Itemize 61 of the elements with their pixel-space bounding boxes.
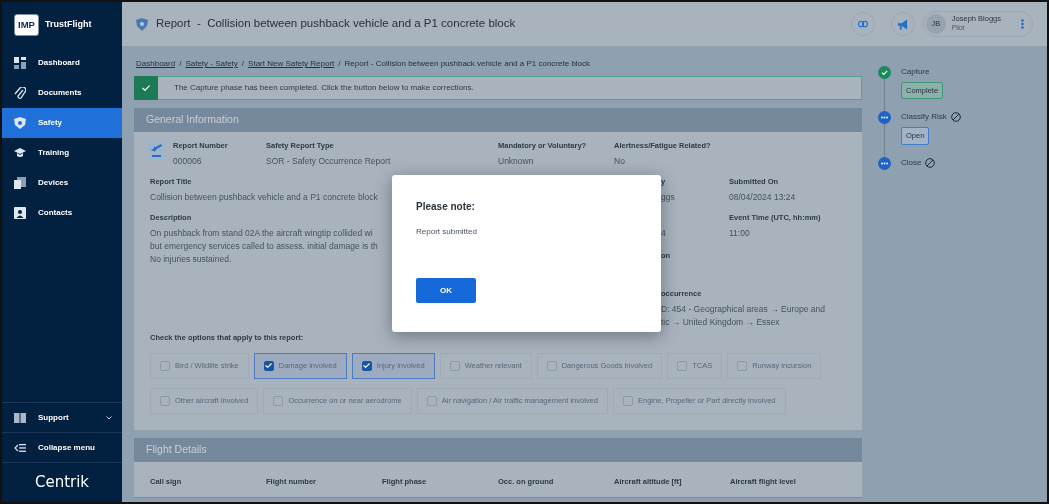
breadcrumb-link[interactable]: Start New Safety Report <box>248 58 335 70</box>
chevron-down-icon <box>106 415 112 420</box>
book-icon <box>14 411 26 424</box>
megaphone-icon <box>897 18 908 30</box>
sidebar-item[interactable]: Documents <box>2 78 122 108</box>
shield-icon <box>14 117 26 129</box>
check-icon <box>142 85 150 91</box>
shield-icon <box>136 17 148 31</box>
field-value: Unknown <box>498 155 535 168</box>
paperclip-icon <box>14 87 26 99</box>
breadcrumb-link[interactable]: Dashboard <box>136 58 176 70</box>
field-value: 11:00 <box>729 227 751 240</box>
collapse-menu-icon <box>14 441 26 454</box>
step-label: Capture <box>901 66 930 78</box>
pending-dots-icon <box>878 156 891 170</box>
check-icon <box>265 363 273 368</box>
field-value: On pushback from stand 02A the aircraft wingtip collided wi but emergency services called to assess. initial damage is th No injuries sustained. <box>150 227 378 266</box>
sidebar-item[interactable]: Contacts <box>2 198 122 228</box>
check-circle-icon <box>878 66 891 79</box>
link-button[interactable] <box>850 12 875 36</box>
breadcrumb-link[interactable]: Safety - Safety <box>185 58 238 70</box>
logo: IMP <box>14 13 39 37</box>
field-value: ggs <box>661 191 676 204</box>
page-title: Report - Collision between pushback vehicle and a P1 concrete block <box>156 16 516 32</box>
kebab-menu-icon <box>1021 19 1024 29</box>
field-value: 000006 <box>173 155 203 168</box>
modal-message: Report submitted <box>416 226 478 238</box>
contact-card-icon <box>14 207 26 219</box>
link-icon <box>857 20 868 28</box>
brand-name: TrustFlight <box>44 18 92 32</box>
report-icon <box>148 140 165 160</box>
devices-icon <box>14 177 26 189</box>
section-header: Flight Details <box>134 437 862 462</box>
breadcrumb-separator: / <box>179 58 182 70</box>
field-value: 4 <box>661 227 667 240</box>
breadcrumb-separator: / <box>241 58 245 70</box>
field-value: SOR - Safety Occurrence Report <box>266 155 392 168</box>
step-label: Close <box>901 156 922 169</box>
announcements-button[interactable] <box>890 12 915 36</box>
ok-button[interactable]: OK <box>416 278 476 303</box>
section-header: General Information <box>134 108 862 132</box>
pending-dots-icon <box>878 111 891 125</box>
field-value: 08/04/2024 13:24 <box>729 191 797 204</box>
blocked-icon <box>950 112 961 123</box>
check-icon <box>363 363 371 368</box>
footer-logo: Centrik <box>34 472 90 494</box>
graduation-cap-icon <box>14 147 26 159</box>
sidebar-item[interactable]: Training <box>2 138 122 168</box>
breadcrumb-current: Report - Collision between pushback vehicle and a P1 concrete block <box>344 58 591 70</box>
sidebar-item[interactable]: Devices <box>2 168 122 198</box>
field-value: No <box>614 155 626 168</box>
alert-message: The Capture phase has been completed. Click the button below to make corrections. <box>174 82 474 94</box>
sidebar-item[interactable]: Safety <box>2 108 122 138</box>
modal-title: Please note: <box>416 200 476 214</box>
step-label: Classify Risk <box>901 111 947 124</box>
blocked-icon <box>925 157 936 168</box>
breadcrumb-separator: / <box>338 58 341 70</box>
field-value: Collision between pushback vehicle and a P1 concrete block <box>150 191 379 204</box>
sidebar-item[interactable]: Dashboard <box>2 48 122 78</box>
dashboard-icon <box>14 57 26 69</box>
field-value: D: 454 - Geographical areas → Europe and tic → United Kingdom → Essex <box>661 302 826 329</box>
